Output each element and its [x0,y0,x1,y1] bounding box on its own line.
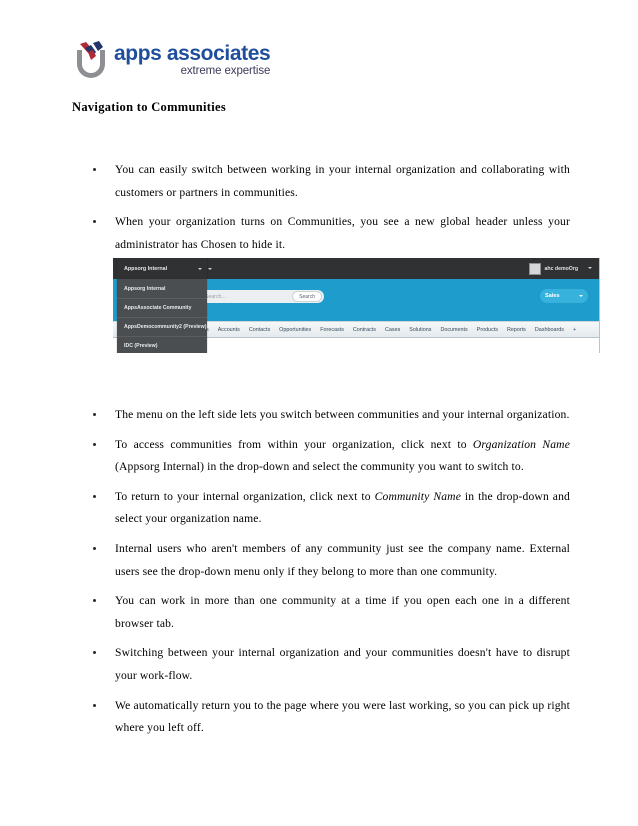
list-item: The menu on the left side lets you switc… [88,404,570,427]
tab-contacts[interactable]: Contacts [249,327,270,333]
menu-item-idc-preview[interactable]: IDC (Preview) [117,336,207,353]
list-item: To return to your internal organization,… [88,486,570,531]
list-item-emphasis: Organization Name [472,437,570,451]
chevron-down-icon [198,267,202,270]
avatar [528,262,541,275]
user-menu[interactable]: ahc demoOrg [528,258,578,279]
menu-item-appsorg-internal[interactable]: Appsorg Internal [117,279,207,298]
page-title: Navigation to Communities [72,100,227,114]
tab-opportunities[interactable]: Opportunities [279,327,311,333]
bullet-list-top: You can easily switch between working in… [88,159,570,263]
logo-tagline: extreme expertise [180,64,271,77]
list-item-text-post: (Appsorg Internal) in the drop-down and … [115,460,524,474]
logo-wordmark: apps associates extreme expertise [114,41,271,78]
tab-reports[interactable]: Reports [507,327,526,333]
list-item: We automatically return you to the page … [88,695,570,740]
tab-documents[interactable]: Documents [440,327,467,333]
tab-accounts[interactable]: Accounts [218,327,240,333]
company-logo: apps associates extreme expertise [72,36,271,84]
apps-associates-chalice-logo-icon [72,38,110,82]
tab-forecasts[interactable]: Forecasts [320,327,344,333]
tab-dashboards[interactable]: Dashboards [535,327,564,333]
list-item: Internal users who aren't members of any… [88,538,570,583]
bullet-list-bottom: The menu on the left side lets you switc… [88,404,570,747]
list-item-text-pre: You can work in more than one community … [115,594,570,630]
list-item-text-pre: The menu on the left side lets you switc… [115,408,570,421]
tab-cases[interactable]: Cases [385,327,400,333]
list-item: Switching between your internal organiza… [88,642,570,687]
app-switcher-label: Sales [545,293,560,299]
menu-item-appsdemocommunity2-preview[interactable]: AppsDemocommunity2 (Preview) [117,317,207,336]
user-menu-label: ahc demoOrg [544,265,578,272]
search-button[interactable]: Search [292,291,322,302]
dropdown-trigger[interactable]: Appsorg Internal [117,258,207,279]
chevron-down-icon [208,267,212,270]
document-page: apps associates extreme expertise Naviga… [0,0,638,826]
list-item-text-pre: To return to your internal organization,… [115,489,375,503]
menu-item-appsassociate-community[interactable]: AppsAssociate Community [117,298,207,317]
tab-products[interactable]: Products [477,327,498,333]
logo-title: apps associates [114,41,271,65]
list-item-text-pre: To access communities from within your o… [115,437,473,451]
app-switcher[interactable]: Sales [540,289,588,303]
list-item: You can easily switch between working in… [88,159,570,204]
list-item: To access communities from within your o… [88,434,570,479]
list-item-text-pre: Internal users who aren't members of any… [115,541,570,578]
tab-contracts[interactable]: Contracts [353,327,376,333]
chevron-down-icon [579,295,583,297]
list-item: You can work in more than one community … [88,590,570,635]
search-input[interactable]: Search... Search [199,290,324,303]
chevron-down-icon[interactable] [588,267,592,269]
list-item-text-pre: We automatically return you to the page … [115,698,570,735]
community-dropdown-menu[interactable]: Appsorg Internal Appsorg Internal AppsAs… [117,258,207,353]
tab-add-icon[interactable]: + [573,327,576,333]
embedded-screenshot: Appsorg Internal ahc demoOrg Search... S… [113,258,600,353]
tab-solutions[interactable]: Solutions [409,327,431,333]
list-item-emphasis: Community Name [374,489,462,503]
dropdown-trigger-label: Appsorg Internal [124,265,168,272]
screenshot-right-border [599,258,600,353]
list-item-text-pre: Switching between your internal organiza… [115,646,570,682]
search-placeholder: Search... [205,293,226,300]
list-item: When your organization turns on Communit… [88,211,570,256]
